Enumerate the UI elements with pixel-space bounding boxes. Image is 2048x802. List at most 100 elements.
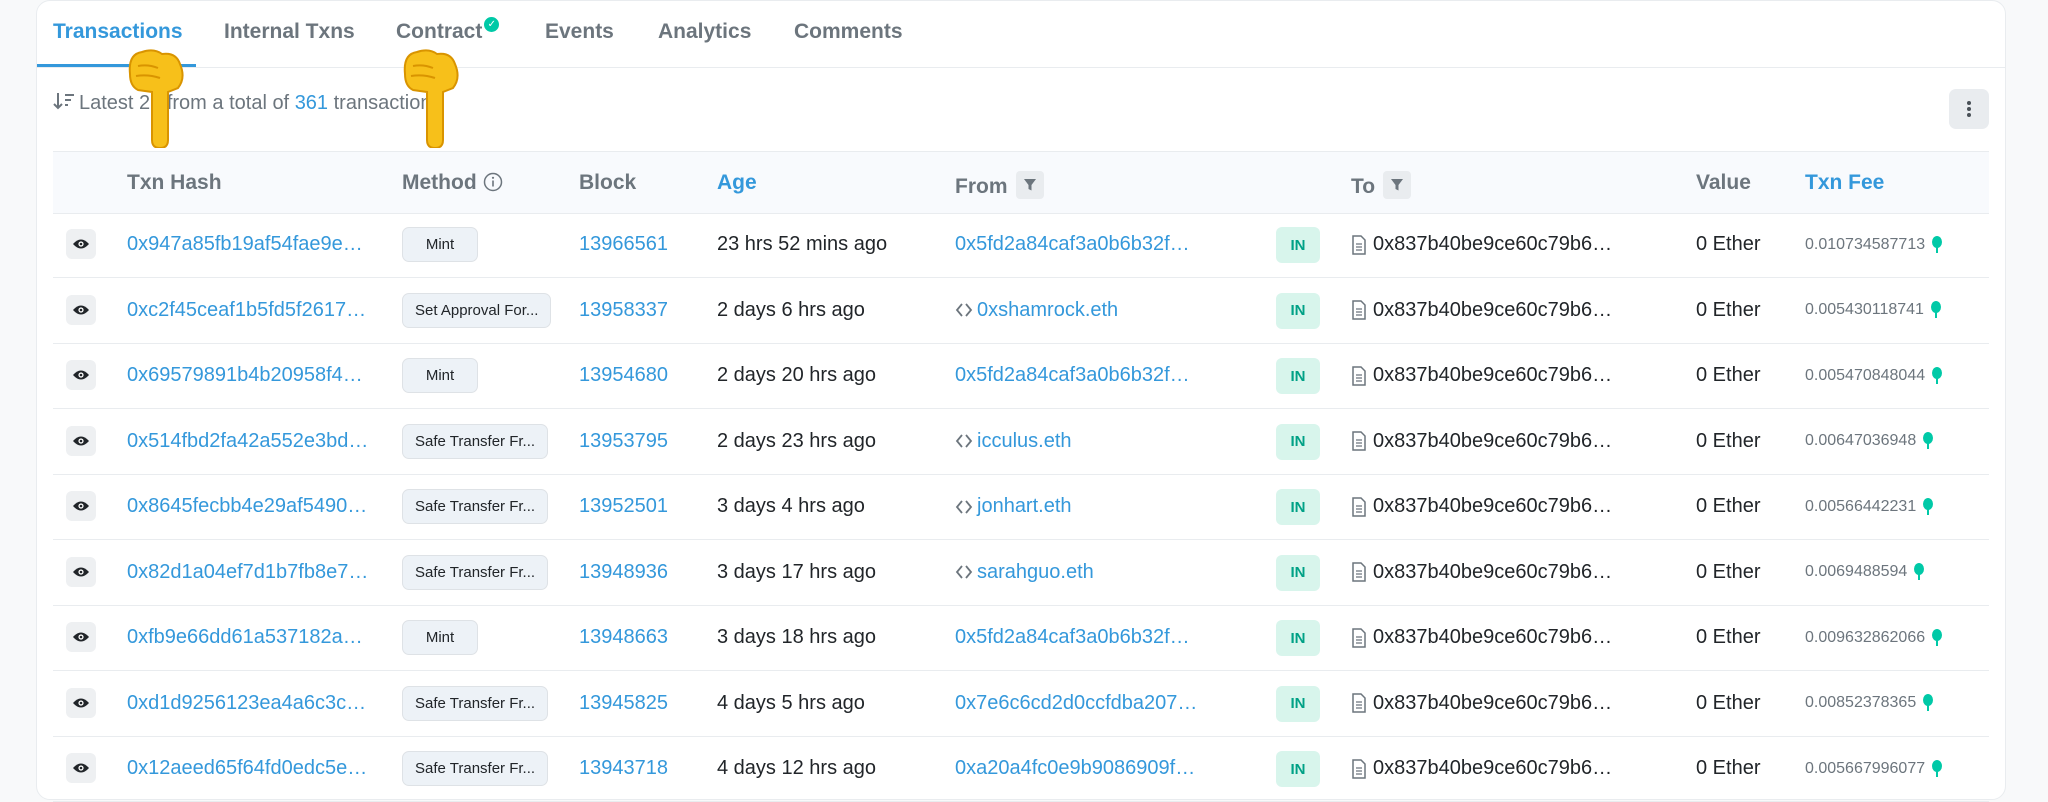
method-badge: Safe Transfer Fr... [402,685,549,721]
tab-contract-label: Contract [396,20,483,43]
table-row: 0x69579891b4b20958f4… Mint 13954680 2 days … [53,343,1989,409]
tab-events[interactable]: Events [545,20,614,44]
view-details-button[interactable] [66,229,96,259]
value-text: 0 Ether [1696,626,1761,648]
from-address-link[interactable]: 0xa20a4fc0e9b9086909f… [955,757,1195,780]
from-filter-button[interactable] [1015,171,1044,199]
document-icon [1352,234,1366,255]
to-cell: 0x837b40be9ce60c79b6… [1351,278,1612,343]
from-address-link[interactable]: 0x5fd2a84caf3a0b6b32f… [955,364,1190,387]
view-details-button[interactable] [66,556,96,587]
document-icon [1352,431,1366,451]
transactions-summary: Latest 25 from a total of 361 transactio… [53,90,441,115]
more-vertical-icon [1967,101,1971,117]
view-details-button[interactable] [66,491,96,521]
fee-cell: 0.009632862066 [1805,605,1943,670]
from-cell: 0xshamrock.eth [955,278,1118,343]
txn-fee-text: 0.00566442231 [1805,497,1917,515]
txn-hash-link[interactable]: 0xc2f45ceaf1b5fd5f2617… [127,278,366,343]
tab-transactions[interactable]: Transactions [53,20,183,44]
table-row: 0x8645fecbb4e29af5490… Safe Transfer Fr..… [53,474,1989,540]
more-options-button[interactable] [1949,89,1989,129]
to-filter-button[interactable] [1383,171,1412,199]
from-address-link[interactable]: icculus.eth [977,430,1072,453]
view-details-button[interactable] [66,622,96,652]
column-header-age[interactable]: Age [717,171,757,195]
tab-comments[interactable]: Comments [794,20,903,44]
to-address[interactable]: 0x837b40be9ce60c79b6… [1373,299,1612,322]
view-details-button[interactable] [66,294,96,325]
block-link[interactable]: 13952501 [579,474,668,539]
column-header-txn-hash: Txn Hash [127,171,222,194]
from-address-link[interactable]: 0x5fd2a84caf3a0b6b32f… [955,233,1190,256]
to-address[interactable]: 0x837b40be9ce60c79b6… [1373,430,1612,453]
direction-badge: IN [1276,489,1320,525]
value-text: 0 Ether [1696,691,1761,714]
from-address-link[interactable]: 0x7e6c6cd2d0ccfdba207… [955,692,1197,715]
from-address-link[interactable]: 0xshamrock.eth [977,299,1118,322]
view-details-button[interactable] [66,687,96,718]
document-icon [1352,693,1366,713]
to-cell: 0x837b40be9ce60c79b6… [1351,736,1612,801]
to-address[interactable]: 0x837b40be9ce60c79b6… [1373,626,1612,649]
txn-hash-link[interactable]: 0x12aeed65f64fd0edc5e… [127,736,367,801]
from-address-link[interactable]: 0x5fd2a84caf3a0b6b32f… [955,626,1190,649]
view-details-button[interactable] [66,360,96,390]
to-address[interactable]: 0x837b40be9ce60c79b6… [1373,757,1612,780]
column-header-from-label: From [955,175,1008,198]
block-link[interactable]: 13966561 [579,212,668,277]
from-address-link[interactable]: sarahguo.eth [977,561,1094,584]
age-text: 23 hrs 52 mins ago [717,233,888,255]
column-header-block: Block [579,171,637,194]
age-text: 2 days 6 hrs ago [717,298,865,321]
age-text: 3 days 17 hrs ago [717,560,876,583]
tab-contract[interactable]: Contract ✓ [396,17,500,44]
fee-cell: 0.010734587713 [1805,212,1943,277]
txn-hash-link[interactable]: 0xfb9e66dd61a537182a… [127,605,363,670]
from-cell: jonhart.eth [955,474,1072,539]
column-header-txn-fee[interactable]: Txn Fee [1805,171,1884,195]
eye-icon [73,763,89,773]
to-address[interactable]: 0x837b40be9ce60c79b6… [1373,561,1612,584]
to-address[interactable]: 0x837b40be9ce60c79b6… [1373,692,1612,715]
info-icon[interactable] [483,172,503,192]
summary-count[interactable]: 361 [295,92,328,114]
value-text: 0 Ether [1696,429,1761,452]
txn-fee-text: 0.0069488594 [1805,563,1908,580]
direction-badge: IN [1276,554,1320,591]
block-link[interactable]: 13948663 [579,605,668,670]
tab-analytics[interactable]: Analytics [658,20,751,44]
document-icon [1352,365,1366,386]
txn-hash-link[interactable]: 0x947a85fb19af54fae9e… [127,212,363,277]
block-link[interactable]: 13954680 [579,343,668,408]
gas-icon [1923,432,1934,449]
block-link[interactable]: 13958337 [579,278,668,343]
block-link[interactable]: 13945825 [579,671,668,736]
eye-icon [73,370,89,380]
direction-badge: IN [1276,358,1320,394]
from-cell: 0x7e6c6cd2d0ccfdba207… [955,671,1197,736]
txn-hash-link[interactable]: 0x69579891b4b20958f4… [127,343,363,408]
txn-hash-link[interactable]: 0x514fbd2fa42a552e3bd… [127,409,368,474]
column-header-to-label: To [1351,175,1376,198]
gas-icon [1932,628,1943,646]
txn-hash-link[interactable]: 0x82d1a04ef7d1b7fb8e7… [127,540,368,605]
txn-fee-text: 0.009632862066 [1805,628,1926,646]
view-details-button[interactable] [66,425,96,456]
to-address[interactable]: 0x837b40be9ce60c79b6… [1373,495,1612,518]
method-cell: Set Approval For... [402,278,552,343]
block-link[interactable]: 13953795 [579,409,668,474]
gas-icon [1932,366,1943,384]
view-details-button[interactable] [66,753,96,783]
to-address[interactable]: 0x837b40be9ce60c79b6… [1373,233,1612,256]
block-link[interactable]: 13943718 [579,736,668,801]
direction-badge: IN [1276,227,1320,263]
txn-hash-link[interactable]: 0x8645fecbb4e29af5490… [127,474,367,539]
tab-internal-txns[interactable]: Internal Txns [224,20,355,44]
verified-check-icon: ✓ [484,17,500,32]
txn-hash-link[interactable]: 0xd1d9256123ea4a6c3c… [127,671,366,736]
to-address[interactable]: 0x837b40be9ce60c79b6… [1373,364,1612,387]
from-address-link[interactable]: jonhart.eth [977,495,1072,518]
block-link[interactable]: 13948936 [579,540,668,605]
sort-icon[interactable] [53,90,75,112]
